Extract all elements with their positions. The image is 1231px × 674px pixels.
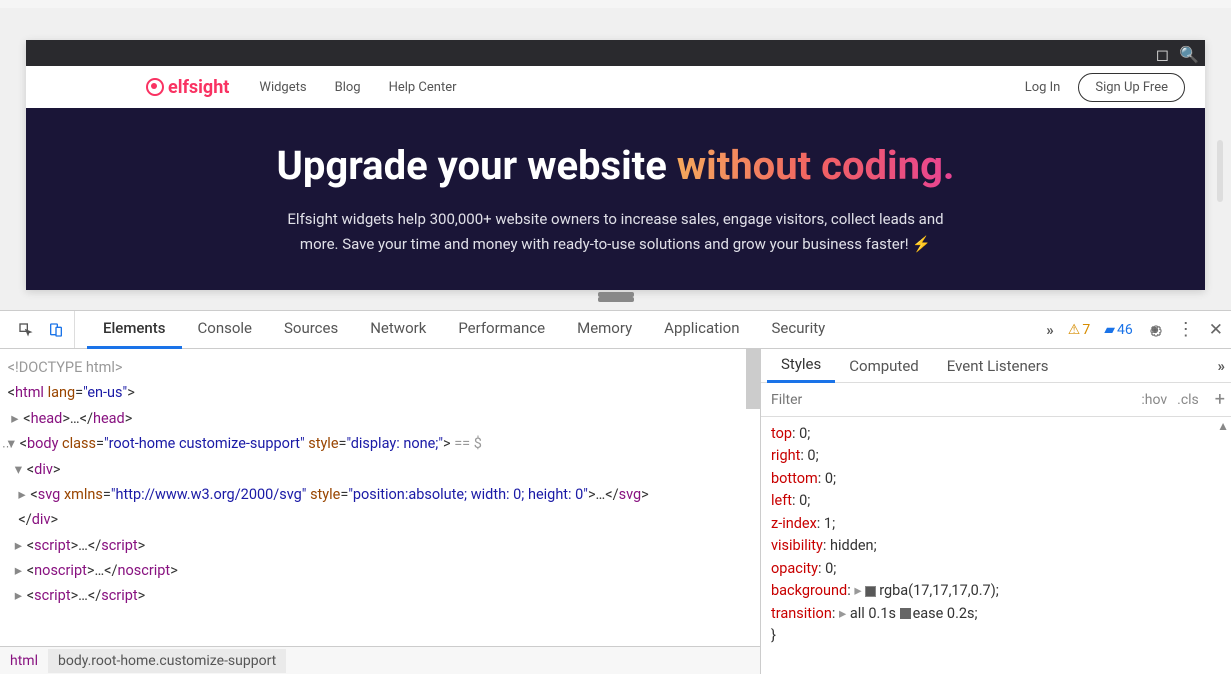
doctype-node[interactable]: <!DOCTYPE html> <box>8 359 123 376</box>
device-icon[interactable] <box>48 322 64 338</box>
scroll-up-icon[interactable]: ▲ <box>1217 419 1229 433</box>
tab-sources[interactable]: Sources <box>268 310 354 349</box>
styles-rules[interactable]: top: 0; right: 0; bottom: 0; left: 0; z-… <box>761 417 1231 674</box>
logo-text: elfsight <box>168 77 229 98</box>
tab-application[interactable]: Application <box>648 310 755 349</box>
tab-elements[interactable]: Elements <box>87 310 182 349</box>
warnings-badge[interactable]: ⚠ 7 <box>1068 322 1090 338</box>
hero-title: Upgrade your website without coding. <box>276 142 954 189</box>
profile-icon[interactable]: ◻ <box>1156 45 1169 64</box>
breadcrumb-html[interactable]: html <box>0 649 48 673</box>
nav-blog[interactable]: Blog <box>335 80 361 95</box>
styles-tab-styles[interactable]: Styles <box>767 348 835 383</box>
inspect-icon[interactable] <box>18 322 34 338</box>
styles-tab-computed[interactable]: Computed <box>835 350 933 382</box>
devtools: Elements Console Sources Network Perform… <box>0 310 1231 674</box>
logo-icon <box>146 78 164 96</box>
hero-section: Upgrade your website without coding. Elf… <box>26 108 1205 290</box>
signup-button[interactable]: Sign Up Free <box>1078 73 1185 102</box>
preview-top-bar: ◻ 🔍 <box>26 40 1205 66</box>
tab-security[interactable]: Security <box>756 310 842 349</box>
elements-panel: <!DOCTYPE html> <html lang="en-us"> ▸<he… <box>0 349 761 674</box>
kebab-icon[interactable]: ⋮ <box>1177 319 1195 340</box>
nav-help[interactable]: Help Center <box>389 80 457 95</box>
filter-input[interactable] <box>761 386 1131 414</box>
search-icon[interactable]: 🔍 <box>1179 45 1199 64</box>
page-scrollbar[interactable] <box>1217 140 1223 202</box>
breadcrumb-body[interactable]: body.root-home.customize-support <box>48 649 286 673</box>
site-navbar: elfsight Widgets Blog Help Center Log In… <box>26 66 1205 108</box>
tab-performance[interactable]: Performance <box>442 310 561 349</box>
scrollbar[interactable] <box>746 349 760 409</box>
resize-handle[interactable] <box>598 292 634 297</box>
hero-title-plain: Upgrade your website <box>276 142 676 189</box>
elements-tree[interactable]: <!DOCTYPE html> <html lang="en-us"> ▸<he… <box>0 349 760 646</box>
tab-console[interactable]: Console <box>182 310 269 349</box>
info-badge[interactable]: ▰ 46 <box>1104 322 1133 338</box>
devtools-tabs: Elements Console Sources Network Perform… <box>0 311 1231 349</box>
hov-toggle[interactable]: :hov <box>1141 392 1167 408</box>
nav-widgets[interactable]: Widgets <box>259 80 306 95</box>
styles-tab-listeners[interactable]: Event Listeners <box>933 350 1063 382</box>
hero-subtitle: Elfsight widgets help 300,000+ website o… <box>286 207 946 257</box>
add-rule-icon[interactable]: + <box>1209 389 1231 410</box>
tab-memory[interactable]: Memory <box>561 310 648 349</box>
styles-panel: Styles Computed Event Listeners » :hov .… <box>761 349 1231 674</box>
tab-network[interactable]: Network <box>354 310 442 349</box>
close-icon[interactable]: ✕ <box>1209 320 1223 340</box>
color-swatch[interactable] <box>865 586 876 597</box>
more-tabs-icon[interactable]: » <box>1046 321 1054 339</box>
gear-icon[interactable] <box>1147 322 1163 338</box>
cls-toggle[interactable]: .cls <box>1177 392 1199 408</box>
more-styles-tabs-icon[interactable]: » <box>1218 357 1226 375</box>
login-link[interactable]: Log In <box>1025 80 1061 95</box>
breadcrumb: html body.root-home.customize-support <box>0 646 760 674</box>
hero-title-gradient: without coding. <box>677 142 955 189</box>
cubic-swatch[interactable] <box>900 608 911 619</box>
logo[interactable]: elfsight <box>146 77 229 98</box>
website-preview: ◻ 🔍 elfsight Widgets Blog Help Center Lo… <box>26 40 1205 290</box>
